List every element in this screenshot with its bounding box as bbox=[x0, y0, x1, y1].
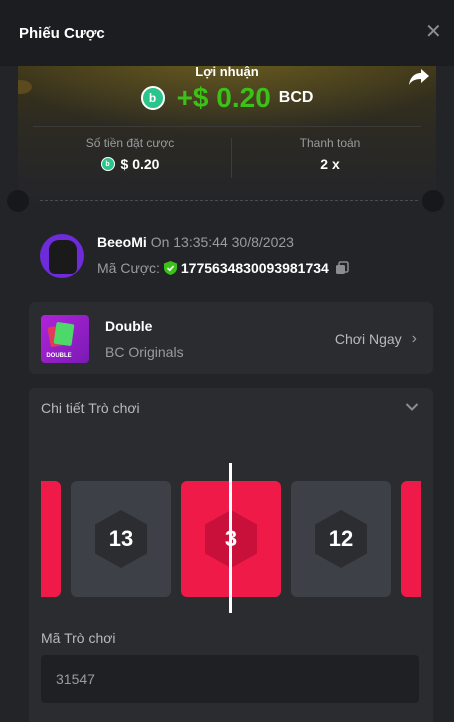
bet-amount-value: $ 0.20 bbox=[120, 156, 160, 172]
chevron-down-icon[interactable] bbox=[405, 402, 419, 412]
result-tile: 13 bbox=[71, 481, 171, 597]
bet-slip-modal: Phiếu Cược ✕ Lợi nhuận b +$ 0.20 BCD Số … bbox=[0, 0, 454, 722]
ticket-notch-right bbox=[422, 190, 444, 212]
result-tile: 12 bbox=[291, 481, 391, 597]
game-id-field[interactable]: 31547 bbox=[41, 655, 419, 703]
profit-row: b +$ 0.20 BCD bbox=[18, 82, 436, 114]
game-details-panel: Chi tiết Trò chơi 13 3 12 bbox=[29, 388, 433, 722]
chevron-right-icon: › bbox=[411, 330, 417, 347]
bc-coin-icon: b bbox=[140, 86, 165, 110]
game-name: Double bbox=[105, 318, 153, 334]
result-tile bbox=[401, 481, 421, 597]
profit-ticket: Lợi nhuận b +$ 0.20 BCD Số tiền đặt cược… bbox=[18, 66, 436, 202]
play-now-button[interactable]: Chơi Ngay › bbox=[335, 330, 417, 348]
game-card[interactable]: DOUBLE Double BC Originals Chơi Ngay › bbox=[29, 302, 433, 374]
payout-label: Thanh toán bbox=[299, 136, 361, 150]
avatar[interactable] bbox=[40, 234, 84, 278]
bc-coin-icon: b bbox=[100, 157, 115, 171]
tile-number: 13 bbox=[108, 526, 134, 551]
verified-shield-icon bbox=[163, 261, 177, 275]
bet-id-value: 1775634830093981734 bbox=[180, 260, 329, 276]
bet-amount-label: Số tiền đặt cược bbox=[85, 136, 175, 150]
close-icon[interactable]: ✕ bbox=[425, 22, 442, 42]
username[interactable]: BeeoMi bbox=[97, 234, 147, 250]
dashed-separator bbox=[40, 200, 418, 201]
game-thumbnail: DOUBLE bbox=[41, 315, 89, 363]
payout-stat: Thanh toán 2 x bbox=[280, 136, 380, 172]
tile-number: 12 bbox=[328, 526, 354, 551]
profit-label: Lợi nhuận bbox=[195, 66, 259, 79]
modal-title: Phiếu Cược bbox=[19, 24, 105, 42]
game-provider: BC Originals bbox=[105, 344, 184, 360]
ticket-notch-left bbox=[7, 190, 29, 212]
profit-value: +$ 0.20 bbox=[176, 82, 271, 113]
share-icon[interactable] bbox=[408, 68, 430, 86]
divider bbox=[33, 126, 421, 127]
bet-time: On 13:35:44 30/8/2023 bbox=[150, 234, 294, 250]
result-tile bbox=[41, 481, 61, 597]
bet-id-label: Mã Cược: bbox=[97, 260, 160, 276]
result-pointer bbox=[229, 463, 232, 613]
modal-header: Phiếu Cược ✕ bbox=[0, 0, 454, 66]
bet-amount-stat: Số tiền đặt cược b $ 0.20 bbox=[70, 136, 190, 172]
stat-divider bbox=[231, 138, 232, 178]
game-id-value: 31547 bbox=[56, 671, 95, 687]
bet-id-row: Mã Cược: 1775634830093981734 bbox=[97, 260, 349, 276]
profit-currency: BCD bbox=[278, 89, 314, 106]
user-info: BeeoMi On 13:35:44 30/8/2023 Mã Cược: 17… bbox=[40, 234, 420, 280]
play-now-label: Chơi Ngay bbox=[334, 331, 402, 347]
payout-value: 2 x bbox=[320, 156, 340, 172]
game-details-heading: Chi tiết Trò chơi bbox=[41, 400, 140, 416]
game-id-label: Mã Trò chơi bbox=[41, 630, 116, 646]
game-thumb-label: DOUBLE bbox=[46, 353, 72, 359]
copy-icon[interactable] bbox=[335, 261, 349, 275]
